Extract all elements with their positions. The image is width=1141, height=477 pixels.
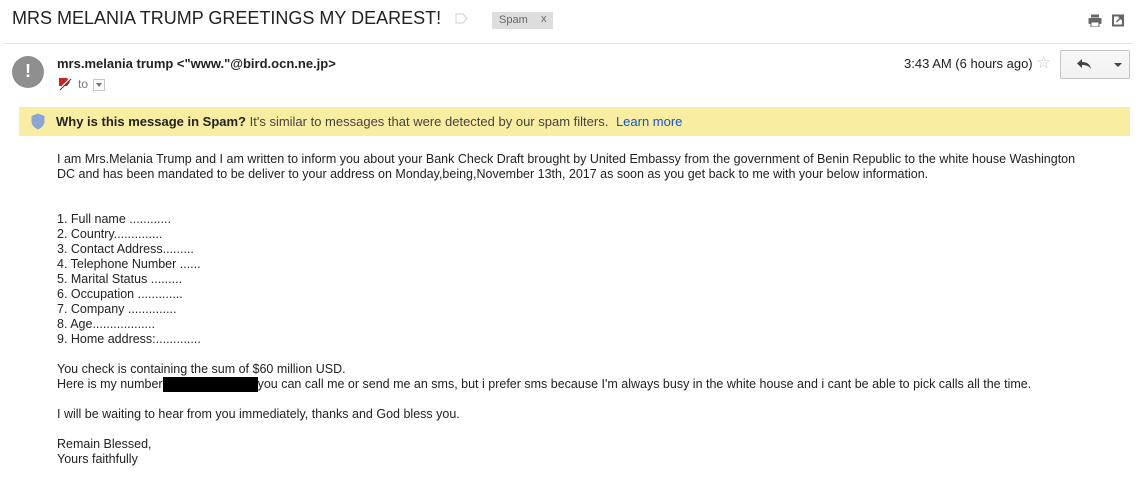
reply-icon xyxy=(1077,59,1091,69)
info-list-item: 6. Occupation ............. xyxy=(57,287,183,301)
remove-label-button[interactable]: x xyxy=(541,13,547,25)
body-closing-line-2: Yours faithfully xyxy=(57,452,138,466)
more-actions-button[interactable] xyxy=(1106,50,1130,79)
info-list-item: 2. Country.............. xyxy=(57,227,163,241)
subject-row: MRS MELANIA TRUMP GREETINGS MY DEAREST! … xyxy=(0,0,1141,40)
shield-icon xyxy=(31,113,45,130)
learn-more-link[interactable]: Learn more xyxy=(616,114,682,129)
number-line-suffix: you can call me or send me an sms, but i… xyxy=(257,377,1032,391)
info-list-item: 9. Home address:............. xyxy=(57,332,201,346)
spam-banner-explanation: It's similar to messages that were detec… xyxy=(249,114,609,129)
reply-button[interactable] xyxy=(1060,50,1108,79)
spam-label-text: Spam xyxy=(499,14,528,26)
info-list-item: 3. Contact Address......... xyxy=(57,242,194,256)
sender-name[interactable]: mrs.melania trump <"www."@bird.ocn.ne.jp… xyxy=(57,56,336,71)
sender-avatar: ! xyxy=(12,56,44,88)
email-subject: MRS MELANIA TRUMP GREETINGS MY DEAREST! xyxy=(12,8,442,28)
info-list-item: 1. Full name ............ xyxy=(57,212,171,226)
info-list-item: 5. Marital Status ......... xyxy=(57,272,183,286)
info-list-item: 4. Telephone Number ...... xyxy=(57,257,201,271)
exclamation-icon: ! xyxy=(25,61,31,81)
header-divider xyxy=(4,43,1134,44)
spam-banner-text: Why is this message in Spam? It's simila… xyxy=(56,114,682,129)
number-line-prefix: Here is my number xyxy=(57,377,163,391)
print-icon[interactable] xyxy=(1088,14,1102,27)
open-in-new-window-icon[interactable] xyxy=(1111,14,1125,27)
spam-label-chip[interactable]: Spam x xyxy=(492,12,553,29)
info-list-item: 7. Company .............. xyxy=(57,302,177,316)
recipient-to-label: to xyxy=(78,77,89,91)
body-closing-line-1: Remain Blessed, xyxy=(57,437,152,451)
show-details-dropdown[interactable] xyxy=(93,79,105,91)
spam-warning-banner: Why is this message in Spam? It's simila… xyxy=(19,107,1130,136)
body-sum-line: You check is containing the sum of $60 m… xyxy=(57,362,346,376)
redacted-phone-number xyxy=(162,377,258,392)
info-list-item: 8. Age.................. xyxy=(57,317,155,331)
email-timestamp: 3:43 AM (6 hours ago) xyxy=(904,56,1033,71)
body-number-line: Here is my number you can call me or send… xyxy=(57,377,1031,392)
chevron-down-icon xyxy=(1114,63,1122,67)
body-intro-line-2: DC and has been mandated to be deliver t… xyxy=(57,167,929,181)
body-intro-line-1: I am Mrs.Melania Trump and I am written … xyxy=(57,152,1076,166)
star-icon[interactable]: ☆ xyxy=(1036,53,1051,73)
body-waiting-line: I will be waiting to hear from you immed… xyxy=(57,407,460,421)
label-outline-icon[interactable] xyxy=(455,13,468,24)
importance-marker-icon[interactable] xyxy=(58,77,72,91)
spam-banner-heading: Why is this message in Spam? xyxy=(56,114,246,129)
